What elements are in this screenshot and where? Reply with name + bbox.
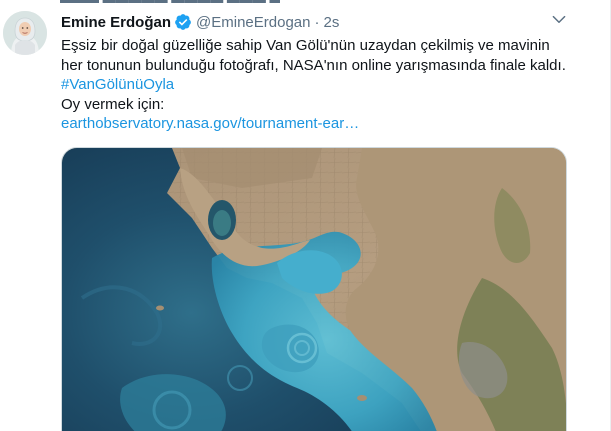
tweet[interactable]: ▬▬▬ ▬▬▬▬▬ ▬▬▬▬ ▬▬▬ ▬▬▬▬▬ Emine Erdoğan @… — [0, 0, 611, 431]
verified-badge-icon — [174, 13, 192, 31]
tweet-text-line: Oy vermek için: — [61, 95, 165, 113]
tweet-text-line: her tonunun bulunduğu fotoğrafı, NASA'nı… — [61, 56, 566, 74]
hashtag-link[interactable]: #VanGölünüOyla — [61, 76, 174, 93]
more-options-icon[interactable] — [548, 8, 570, 30]
separator-dot: · — [314, 13, 320, 31]
tweet-text-line: Eşsiz bir doğal güzelliğe sahip Van Gölü… — [61, 37, 550, 54]
timestamp[interactable]: 2s — [324, 14, 340, 31]
satellite-photo[interactable] — [61, 147, 567, 431]
external-link[interactable]: earthobservatory.nasa.gov/tournament-ear… — [61, 115, 359, 132]
avatar[interactable] — [3, 11, 47, 55]
display-name[interactable]: Emine Erdoğan — [61, 14, 171, 31]
handle[interactable]: @EmineErdogan — [196, 14, 310, 31]
previous-tweet-remnant: ▬▬▬ ▬▬▬▬▬ ▬▬▬▬ ▬▬▬ ▬▬▬▬▬ — [60, 0, 280, 3]
tweet-header: Emine Erdoğan @EmineErdogan · 2s — [61, 12, 339, 32]
tweet-text: Eşsiz bir doğal güzelliğe sahip Van Gölü… — [61, 36, 581, 134]
